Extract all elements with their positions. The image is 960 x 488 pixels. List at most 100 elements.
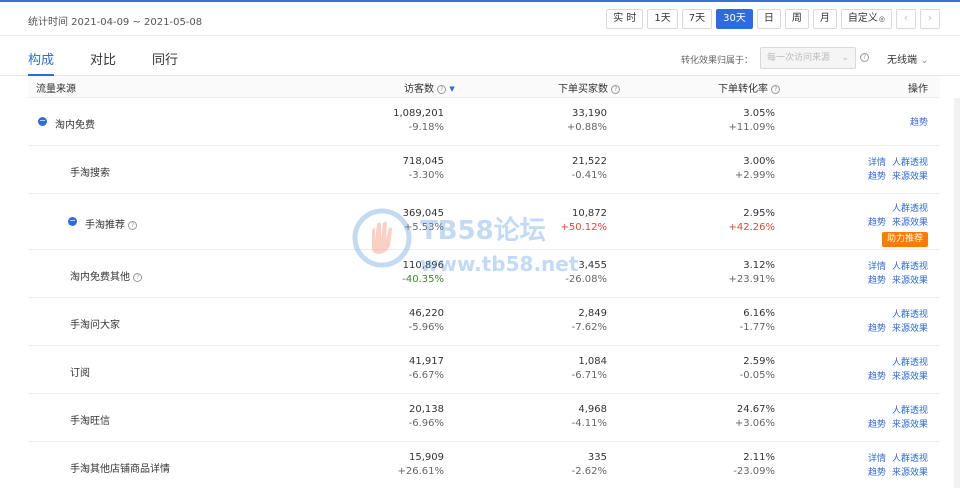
metric-cell: 1,089,201 -9.18% bbox=[393, 107, 444, 135]
metric-change: -6.96% bbox=[408, 418, 444, 429]
action-link[interactable]: 人群透视 bbox=[892, 406, 928, 416]
action-link[interactable]: 详情 bbox=[868, 454, 886, 464]
date-range-label: 统计时间 2021-04-09 ~ 2021-05-08 bbox=[28, 17, 203, 28]
col-ops: 操作 bbox=[908, 84, 928, 95]
help-icon[interactable]: ? bbox=[771, 84, 781, 94]
table-row: 订阅 41,917 -6.67% 1,084 -6.71% 2.59% -0.0… bbox=[28, 346, 940, 394]
metric-cell: 41,917 -6.67% bbox=[409, 355, 444, 383]
row-actions: 人群透视 趋势 来源效果 bbox=[862, 356, 928, 384]
help-icon[interactable]: ? bbox=[133, 272, 143, 282]
action-link[interactable]: 人群透视 bbox=[892, 158, 928, 168]
metric-value: 20,138 bbox=[409, 404, 444, 415]
period-selector: 实 时 1天 7天 30天 日 周 月 自定义◎ ‹ › bbox=[606, 9, 940, 29]
boost-recommend-badge[interactable]: 助力推荐 bbox=[881, 232, 928, 247]
period-month-button[interactable]: 月 bbox=[812, 9, 837, 29]
prev-period-button[interactable]: ‹ bbox=[896, 9, 916, 29]
action-link[interactable]: 来源效果 bbox=[892, 324, 928, 334]
metric-value: 2,849 bbox=[578, 308, 607, 319]
action-link[interactable]: 人群透视 bbox=[892, 262, 928, 272]
row-actions: 人群透视 趋势 来源效果 bbox=[862, 308, 928, 336]
action-link[interactable]: 详情 bbox=[868, 158, 886, 168]
metric-cell: 24.67% +3.06% bbox=[735, 403, 775, 431]
tab-compare[interactable]: 对比 bbox=[90, 49, 116, 68]
action-link[interactable]: 详情 bbox=[868, 262, 886, 272]
period-1day-button[interactable]: 1天 bbox=[647, 9, 678, 29]
device-select[interactable]: 无线端 ⌄ bbox=[887, 51, 929, 66]
metric-change: -40.35% bbox=[402, 274, 444, 285]
col-buyers[interactable]: 下单买家数 ? bbox=[558, 80, 621, 95]
scrollbar[interactable] bbox=[954, 98, 960, 488]
next-period-button[interactable]: › bbox=[920, 9, 940, 29]
metric-cell: 3.12% +23.91% bbox=[728, 259, 775, 287]
collapse-icon[interactable]: − bbox=[68, 217, 77, 226]
action-link[interactable]: 人群透视 bbox=[892, 310, 928, 320]
action-link[interactable]: 趋势 bbox=[868, 324, 886, 334]
col-buyers-label: 下单买家数 bbox=[558, 84, 608, 95]
help-icon[interactable]: ? bbox=[437, 84, 447, 94]
action-link[interactable]: 来源效果 bbox=[892, 420, 928, 430]
action-link[interactable]: 趋势 bbox=[868, 218, 886, 228]
table-row: 手淘旺信 20,138 -6.96% 4,968 -4.11% 24.67% +… bbox=[28, 394, 940, 442]
metric-change: -1.77% bbox=[739, 322, 775, 333]
metric-change: -6.67% bbox=[408, 370, 444, 381]
help-icon[interactable]: ? bbox=[128, 220, 138, 230]
help-icon[interactable]: ? bbox=[860, 53, 869, 62]
help-icon[interactable]: ? bbox=[611, 84, 621, 94]
metric-value: 718,045 bbox=[402, 156, 444, 167]
metric-value: 3.05% bbox=[743, 108, 775, 119]
metric-cell: 3.00% +2.99% bbox=[735, 155, 775, 183]
action-link[interactable]: 趋势 bbox=[868, 372, 886, 382]
tab-composition[interactable]: 构成 bbox=[28, 49, 54, 68]
action-link[interactable]: 趋势 bbox=[910, 118, 928, 128]
action-link[interactable]: 趋势 bbox=[868, 276, 886, 286]
row-actions: 趋势 bbox=[904, 116, 928, 130]
metric-value: 15,909 bbox=[409, 452, 444, 463]
tab-peers[interactable]: 同行 bbox=[152, 49, 178, 68]
period-day-button[interactable]: 日 bbox=[756, 9, 781, 29]
metric-cell: 110,896 -40.35% bbox=[402, 259, 444, 287]
source-name: 手淘搜索 bbox=[70, 164, 110, 179]
table-row: 手淘其他店铺商品详情 15,909 +26.61% 335 -2.62% 2.1… bbox=[28, 442, 940, 488]
metric-change: -23.09% bbox=[733, 466, 775, 477]
attribution-select-value: 每一次访问来源 bbox=[767, 53, 831, 63]
period-realtime-button[interactable]: 实 时 bbox=[606, 9, 644, 29]
col-rate[interactable]: 下单转化率 ? bbox=[718, 80, 781, 95]
action-link[interactable]: 来源效果 bbox=[892, 468, 928, 478]
period-custom-button[interactable]: 自定义◎ bbox=[840, 9, 892, 29]
metric-change: +23.91% bbox=[728, 274, 775, 285]
col-visitors[interactable]: 访客数 ? ▼ bbox=[404, 80, 455, 95]
metric-cell: 1,084 -6.71% bbox=[572, 355, 607, 383]
metric-cell: 718,045 -3.30% bbox=[403, 155, 444, 183]
action-link[interactable]: 趋势 bbox=[868, 172, 886, 182]
period-7day-button[interactable]: 7天 bbox=[681, 9, 713, 29]
metric-cell: 10,872 +50.12% bbox=[560, 207, 607, 235]
action-link[interactable]: 来源效果 bbox=[892, 172, 928, 182]
metric-change: +3.06% bbox=[734, 418, 775, 429]
action-link[interactable]: 来源效果 bbox=[892, 372, 928, 382]
action-link[interactable]: 趋势 bbox=[868, 468, 886, 478]
metric-value: 369,045 bbox=[402, 208, 444, 219]
attribution-select[interactable]: 每一次访问来源 ⌄ bbox=[760, 47, 856, 69]
action-link[interactable]: 来源效果 bbox=[892, 276, 928, 286]
action-link[interactable]: 趋势 bbox=[868, 420, 886, 430]
source-name: 订阅 bbox=[70, 364, 90, 379]
action-link[interactable]: 来源效果 bbox=[892, 218, 928, 228]
action-link[interactable]: 人群透视 bbox=[892, 358, 928, 368]
action-link[interactable]: 人群透视 bbox=[892, 204, 928, 214]
metric-change: -7.62% bbox=[571, 322, 607, 333]
metric-change: -2.62% bbox=[571, 466, 607, 477]
collapse-icon[interactable]: − bbox=[38, 117, 47, 126]
sort-desc-icon[interactable]: ▼ bbox=[449, 85, 454, 93]
source-name: 手淘旺信 bbox=[70, 412, 110, 427]
table-row: 手淘搜索 718,045 -3.30% 21,522 -0.41% 3.00% … bbox=[28, 146, 940, 194]
date-toolbar: 统计时间 2021-04-09 ~ 2021-05-08 实 时 1天 7天 3… bbox=[0, 2, 960, 36]
period-week-button[interactable]: 周 bbox=[784, 9, 809, 29]
row-actions: 详情 人群透视 趋势 来源效果 bbox=[862, 452, 928, 480]
chevron-down-icon: ⌄ bbox=[841, 53, 849, 63]
period-30day-button[interactable]: 30天 bbox=[716, 9, 753, 29]
source-name: 手淘问大家 bbox=[70, 316, 120, 331]
metric-cell: 369,045 +5.53% bbox=[403, 207, 444, 235]
metric-cell: 2.95% +42.26% bbox=[728, 207, 775, 235]
action-link[interactable]: 人群透视 bbox=[892, 454, 928, 464]
metric-change: -26.08% bbox=[565, 274, 607, 285]
